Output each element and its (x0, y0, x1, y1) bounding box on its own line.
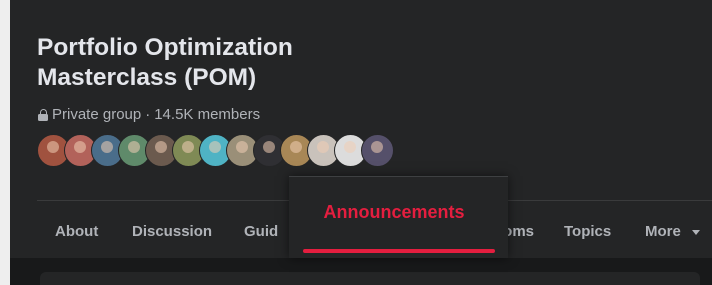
group-meta: Private group · 14.5K members (38, 106, 260, 123)
tab-topics[interactable]: Topics (564, 210, 611, 254)
meta-separator: · (145, 106, 151, 123)
tab-announcements[interactable]: Announcements (289, 176, 508, 258)
tab-topics-label: Topics (564, 223, 612, 240)
content-card (40, 272, 700, 285)
tab-guides[interactable]: Guid (244, 210, 278, 254)
tab-guides-label: Guid (244, 223, 279, 240)
member-count[interactable]: 14.5K members (154, 106, 260, 123)
group-privacy[interactable]: Private group (52, 106, 141, 123)
member-avatar-row[interactable] (37, 134, 394, 167)
member-avatar[interactable] (361, 134, 394, 167)
tab-more[interactable]: More (645, 210, 701, 254)
active-tab-indicator (303, 249, 495, 253)
tab-more-label: More (645, 223, 681, 240)
tab-discussion-label: Discussion (132, 223, 213, 240)
group-header-panel: Portfolio Optimization Masterclass (POM)… (10, 0, 712, 285)
lock-icon (38, 108, 48, 121)
group-title[interactable]: Portfolio Optimization Masterclass (POM) (37, 33, 397, 93)
caret-down-icon (692, 229, 701, 235)
tab-about[interactable]: About (55, 210, 98, 254)
tab-announcements-label: Announcements (323, 202, 465, 222)
tab-about-label: About (55, 223, 99, 240)
tab-discussion[interactable]: Discussion (132, 210, 212, 254)
